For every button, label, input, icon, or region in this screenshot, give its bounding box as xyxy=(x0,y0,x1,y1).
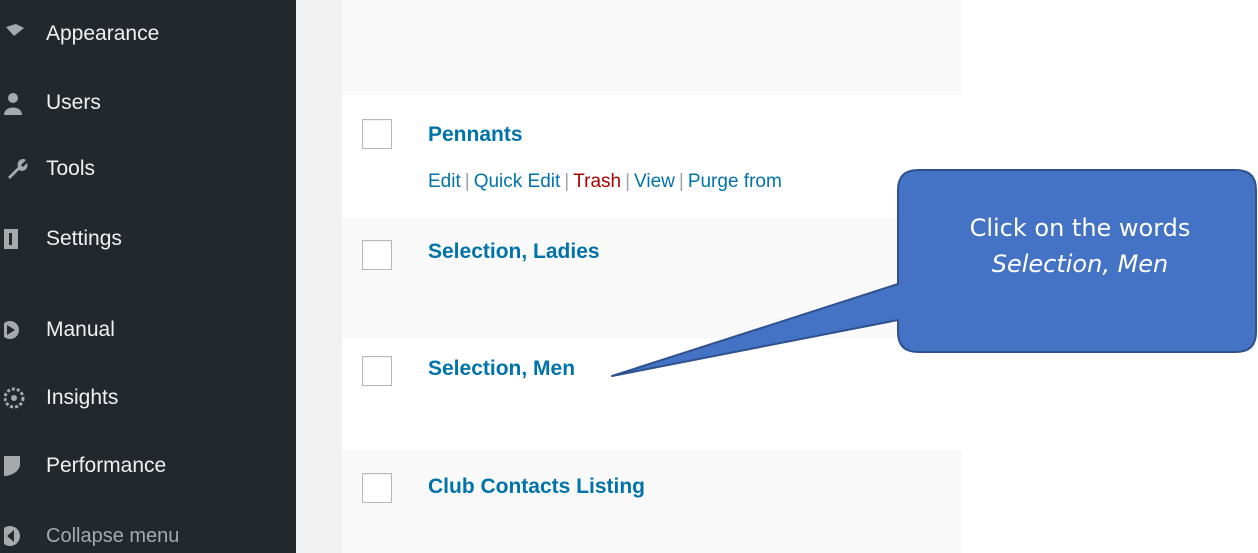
sidebar-item-label: Insights xyxy=(46,386,119,409)
collapse-icon xyxy=(0,520,32,552)
row-actions: Edit | Quick Edit | Trash | View | Purge from xyxy=(428,171,782,192)
sidebar-item-appearance[interactable]: Appearance xyxy=(0,14,296,54)
collapse-menu-button[interactable]: Collapse menu xyxy=(0,516,296,553)
sidebar-item-label: Users xyxy=(46,91,101,114)
sidebar-item-manual[interactable]: Manual xyxy=(0,310,296,350)
sidebar-item-insights[interactable]: Insights xyxy=(0,378,296,418)
page-title-link[interactable]: Selection, Men xyxy=(428,357,575,381)
sidebar-item-label: Settings xyxy=(46,227,122,250)
row-checkbox[interactable] xyxy=(362,356,392,386)
table-row: Selection, Men xyxy=(342,338,962,450)
callout-line-1: Click on the words xyxy=(969,214,1191,242)
pages-list: Pennants Edit | Quick Edit | Trash | View | Purg… xyxy=(342,0,962,553)
admin-sidebar: Appearance Users Tools Settings Manual I… xyxy=(0,0,296,553)
paintbrush-icon xyxy=(0,18,32,50)
performance-icon xyxy=(0,450,32,482)
content-gutter xyxy=(296,0,342,553)
trash-link[interactable]: Trash xyxy=(573,171,621,192)
table-row: Selection, Ladies xyxy=(342,218,962,338)
insights-icon xyxy=(0,382,32,414)
callout-line-2: Selection, Men xyxy=(991,250,1169,278)
table-row-empty xyxy=(342,0,962,95)
sidebar-item-label: Appearance xyxy=(46,22,160,45)
sidebar-item-label: Manual xyxy=(46,318,115,341)
wrench-icon xyxy=(0,153,32,185)
manual-icon xyxy=(0,314,32,346)
screen: Appearance Users Tools Settings Manual I… xyxy=(0,0,1258,553)
edit-link[interactable]: Edit xyxy=(428,171,461,192)
table-row: Pennants Edit | Quick Edit | Trash | View | Purg… xyxy=(342,95,962,218)
sidebar-item-label: Tools xyxy=(46,157,96,180)
callout-text: Click on the words Selection, Men xyxy=(910,210,1250,282)
row-checkbox[interactable] xyxy=(362,473,392,503)
settings-icon xyxy=(0,223,32,255)
sidebar-item-users[interactable]: Users xyxy=(0,83,296,123)
page-title-link[interactable]: Club Contacts Listing xyxy=(428,475,645,499)
row-checkbox[interactable] xyxy=(362,240,392,270)
page-title-link[interactable]: Selection, Ladies xyxy=(428,240,600,264)
sidebar-item-label: Performance xyxy=(46,454,167,477)
view-link[interactable]: View xyxy=(634,171,675,192)
row-checkbox[interactable] xyxy=(362,119,392,149)
users-icon xyxy=(0,87,32,119)
table-row: Club Contacts Listing xyxy=(342,450,962,553)
quick-edit-link[interactable]: Quick Edit xyxy=(474,171,561,192)
sidebar-item-performance[interactable]: Performance xyxy=(0,446,296,486)
sidebar-item-settings[interactable]: Settings xyxy=(0,219,296,259)
purge-link[interactable]: Purge from xyxy=(688,171,782,192)
sidebar-item-label: Collapse menu xyxy=(46,524,180,547)
page-title-link[interactable]: Pennants xyxy=(428,123,523,147)
sidebar-item-tools[interactable]: Tools xyxy=(0,149,296,189)
